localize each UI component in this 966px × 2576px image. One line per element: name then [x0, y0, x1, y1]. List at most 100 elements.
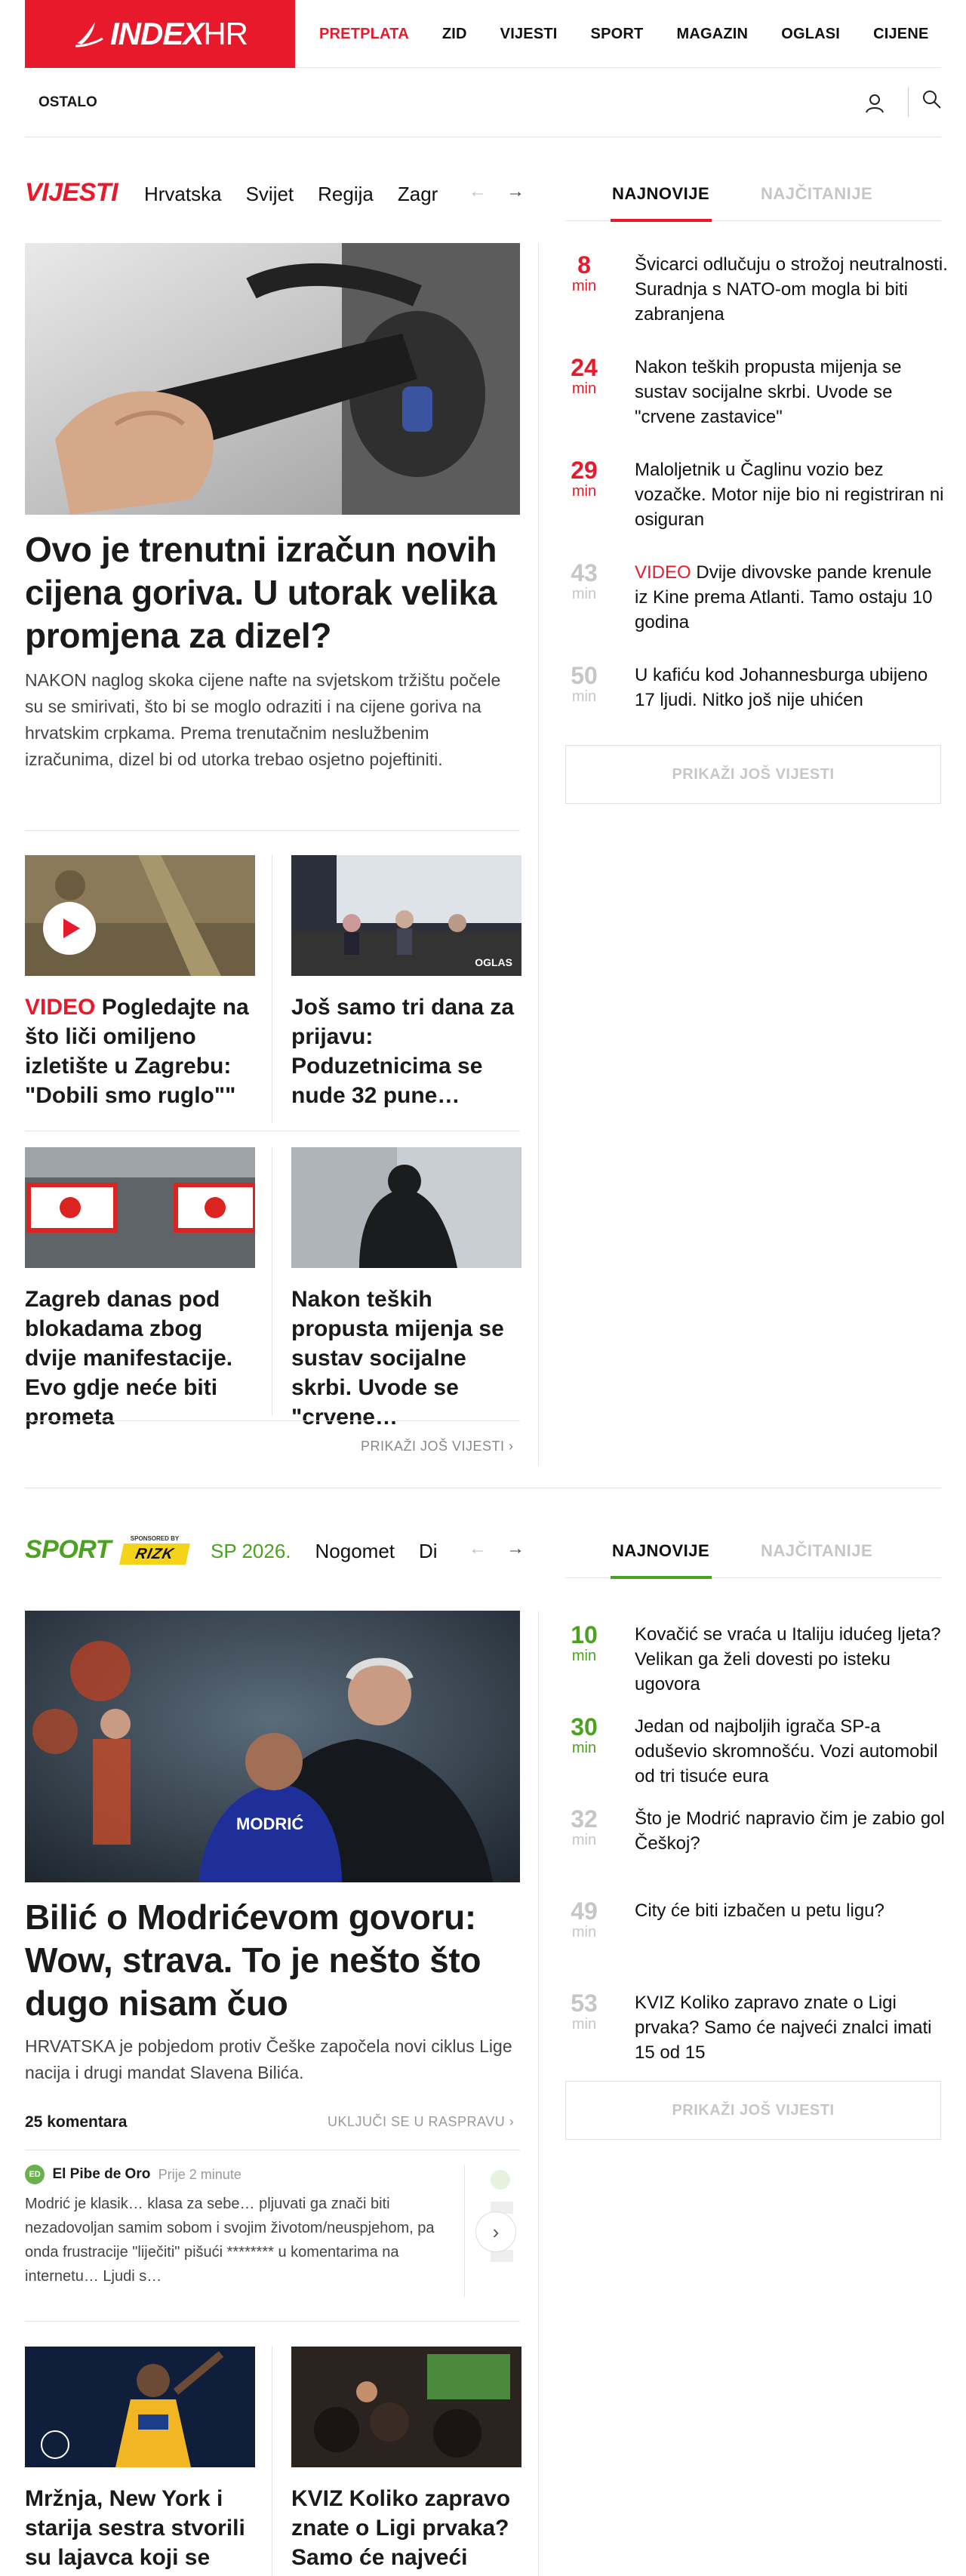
divider [908, 87, 909, 117]
nav-magazin[interactable]: MAGAZIN [676, 26, 748, 43]
time-ago: 24 min [565, 355, 603, 397]
nav-sport[interactable]: SPORT [591, 26, 644, 43]
minutes-unit: min [571, 1740, 597, 1756]
minutes-unit: min [571, 483, 597, 500]
more-sport-news-button[interactable]: PRIKAŽI JOŠ VIJESTI [565, 2081, 941, 2140]
tabs-prev-arrow-icon[interactable]: ← [469, 181, 487, 202]
lead-headline[interactable]: Bilić o Modrićevom govoru: Wow, strava. … [25, 1896, 520, 2025]
minutes-value: 32 [571, 1805, 598, 1833]
tab-di[interactable]: Di [419, 1540, 438, 1563]
card-image [25, 2347, 255, 2467]
tab-svijet[interactable]: Svijet [246, 183, 294, 206]
news-card[interactable]: KVIZ Koliko zapravo znate o Ligi prvaka?… [291, 2347, 521, 2572]
more-news-link[interactable]: PRIKAŽI JOŠ VIJESTI › [361, 1439, 514, 1454]
minutes-unit: min [571, 380, 597, 397]
minutes-value: 49 [571, 1897, 598, 1925]
news-card[interactable]: OGLAS Još samo tri dana za prijavu: Podu… [291, 855, 521, 1110]
minutes-unit: min [571, 2016, 597, 2033]
sport-section-header: SPORT SPONSORED BY RIZK SP 2026. Nogomet… [25, 1508, 941, 1579]
tab-najnovije[interactable]: NAJNOVIJE [612, 1541, 709, 1561]
column-divider [538, 243, 539, 1466]
lead-headline[interactable]: Ovo je trenutni izračun novih cijena gor… [25, 528, 508, 657]
site-logo[interactable]: INDEXHR [25, 0, 295, 68]
news-card[interactable]: VIDEO Pogledajte na što liči omiljeno iz… [25, 855, 255, 1110]
tabs-prev-arrow-icon[interactable]: ← [469, 1538, 487, 1559]
news-card[interactable]: Zagreb danas pod blokadama zbog dvije ma… [25, 1147, 255, 1432]
time-ago: 10 min [565, 1622, 603, 1664]
comment-time: Prije 2 minute [158, 2166, 242, 2182]
search-icon[interactable] [920, 88, 943, 110]
latest-item-title: VIDEO Dvije divovske pande krenule iz Ki… [635, 562, 933, 632]
news-card[interactable]: Nakon teških propusta mijenja se sustav … [291, 1147, 521, 1432]
news-card[interactable]: Mržnja, New York i starija sestra stvori… [25, 2347, 255, 2576]
play-video-icon[interactable] [43, 902, 96, 955]
lead-summary: HRVATSKA je pobjedom protiv Češke započe… [25, 2036, 512, 2082]
tab-zagreb[interactable]: Zagr [398, 183, 438, 206]
user-icon[interactable] [863, 91, 887, 115]
minutes-value: 50 [571, 662, 598, 689]
latest-item-title: Što je Modrić napravio čim je zabio gol … [635, 1808, 945, 1854]
tab-nogomet[interactable]: Nogomet [315, 1540, 395, 1563]
tab-najnovije[interactable]: NAJNOVIJE [612, 184, 709, 204]
lead-image-fuel-pump[interactable] [25, 243, 520, 515]
section-title-vijesti[interactable]: VIJESTI [25, 178, 118, 208]
ad-badge: OGLAS [475, 956, 512, 968]
card-title: KVIZ Koliko zapravo znate o Ligi prvaka?… [291, 2486, 511, 2570]
card-title: Još samo tri dana za prijavu: Poduzetnic… [291, 995, 515, 1108]
vijesti-tabs: Hrvatska Svijet Regija Zagr [144, 183, 476, 206]
minutes-value: 29 [571, 457, 598, 484]
tab-sp-2026[interactable]: SP 2026. [211, 1540, 291, 1563]
nav-pretplata[interactable]: PRETPLATA [319, 26, 409, 43]
next-comment-button[interactable]: › [475, 2211, 516, 2252]
nav-vijesti[interactable]: VIJESTI [500, 26, 558, 43]
minutes-value: 8 [577, 251, 591, 279]
card-image [25, 855, 255, 976]
tab-najcitanije[interactable]: NAJČITANIJE [761, 184, 872, 204]
card-image [291, 1147, 521, 1268]
minutes-value: 53 [571, 1990, 598, 2017]
tab-hrvatska[interactable]: Hrvatska [144, 183, 222, 206]
divider [25, 1420, 520, 1421]
tabs-next-arrow-icon[interactable]: → [506, 1538, 525, 1559]
latest-item-title: Kovačić se vraća u Italiju idućeg ljeta?… [635, 1624, 941, 1694]
site-header: INDEXHR PRETPLATA ZID VIJESTI SPORT MAGA… [25, 0, 941, 68]
active-tab-indicator [611, 219, 712, 222]
comments-count[interactable]: 25 komentara [25, 2113, 127, 2131]
card-title: Zagreb danas pod blokadama zbog dvije ma… [25, 1287, 233, 1430]
card-title: Nakon teških propusta mijenja se sustav … [291, 1287, 504, 1430]
comment-item[interactable]: ED El Pibe de Oro Prije 2 minute Modrić … [25, 2165, 448, 2288]
section-title-sport[interactable]: SPORT [25, 1535, 112, 1565]
lead-image-bilic-modric[interactable]: MODRIĆ [25, 1611, 520, 1882]
latest-item-title: KVIZ Koliko zapravo znate o Ligi prvaka?… [635, 1993, 932, 2063]
latest-item-title: Jedan od najboljih igrača SP-a oduševio … [635, 1716, 938, 1787]
tab-najcitanije[interactable]: NAJČITANIJE [761, 1541, 872, 1561]
latest-item-title: Maloljetnik u Čaglinu vozio bez vozačke.… [635, 460, 944, 530]
minutes-unit: min [571, 688, 597, 705]
sponsored-by-label: SPONSORED BY [130, 1535, 180, 1542]
card-title: Mržnja, New York i starija sestra stvori… [25, 2486, 245, 2576]
nav-ostalo[interactable]: OSTALO [38, 94, 97, 111]
time-ago: 50 min [565, 663, 603, 705]
nav-cijene[interactable]: CIJENE [873, 26, 928, 43]
card-image: OGLAS [291, 855, 521, 976]
comment-author[interactable]: El Pibe de Oro [52, 2166, 150, 2182]
latest-item-title: City će biti izbačen u petu ligu? [635, 1900, 884, 1921]
nav-oglasi[interactable]: OGLASI [781, 26, 840, 43]
minutes-unit: min [571, 1832, 597, 1848]
time-ago: 29 min [565, 457, 603, 500]
active-tab-indicator [611, 1576, 712, 1579]
time-ago: 49 min [565, 1898, 603, 1940]
more-news-button[interactable]: PRIKAŽI JOŠ VIJESTI [565, 745, 941, 804]
nav-zid[interactable]: ZID [442, 26, 467, 43]
time-ago: 30 min [565, 1714, 603, 1756]
latest-item-title: U kafiću kod Johannesburga ubijeno 17 lj… [635, 665, 928, 710]
join-discussion-link[interactable]: UKLJUČI SE U RASPRAVU › [328, 2114, 514, 2130]
tabs-next-arrow-icon[interactable]: → [506, 181, 525, 202]
vijesti-section-header: VIJESTI Hrvatska Svijet Regija Zagr ← → … [25, 151, 941, 222]
sponsor-badge[interactable]: SPONSORED BY RIZK [119, 1535, 190, 1568]
top-nav: PRETPLATA ZID VIJESTI SPORT MAGAZIN OGLA… [319, 0, 962, 68]
tab-regija[interactable]: Regija [318, 183, 374, 206]
time-ago: 53 min [565, 1990, 603, 2033]
minutes-value: 43 [571, 559, 598, 586]
minutes-unit: min [571, 278, 597, 294]
